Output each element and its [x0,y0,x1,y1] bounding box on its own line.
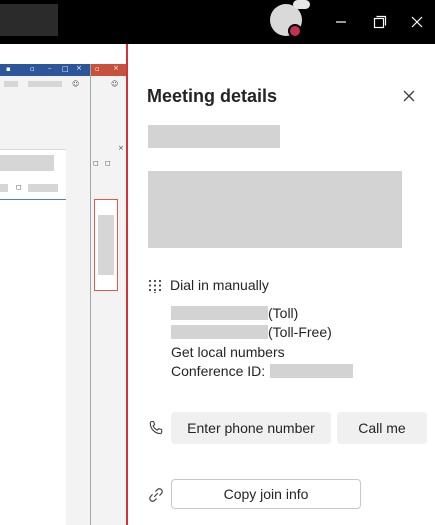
menu-icon: ▫ [30,65,35,73]
document-heading [0,155,54,171]
avatar-badge [293,0,310,9]
document-page: ◻ [0,149,66,525]
close-panel-button[interactable] [400,87,418,105]
toolbar-icon: ◻ [105,159,111,167]
toolbar-item [28,81,62,87]
redacted-meeting-name [148,125,280,148]
background-window-word: ▪ ▫ – □ × ☺ ◻ [0,64,91,525]
dial-in-label: Dial in manually [170,277,269,293]
copy-join-info-button[interactable]: Copy join info [171,479,361,509]
close-icon: × [76,64,82,72]
phone-icon [149,420,163,435]
redacted-meeting-link [148,171,402,248]
toolbar-icon: ◻ [93,159,99,167]
toll-number-line: (Toll) [171,304,298,322]
redacted-conference-id [270,364,354,378]
document-text [0,184,8,192]
toll-label: (Toll) [268,305,299,321]
app-icon: ▫ [95,65,100,73]
minimize-icon: – [48,64,52,72]
emoji-icon: ☺ [111,80,119,88]
app-icon: ▪ [6,65,11,73]
close-icon [403,90,415,102]
toolbar-item [4,81,18,87]
document-text [28,184,58,192]
close-icon: × [113,64,119,72]
window-close-icon[interactable] [405,10,429,34]
selection-line [0,199,66,200]
presence-status-icon [288,24,302,38]
meeting-details-panel: Meeting details Dial in manually (Toll) … [128,44,435,525]
title-bar [0,0,435,44]
toll-free-label: (Toll-Free) [268,324,332,340]
background-app-area: ▪ ▫ – □ × ☺ ◻ ▫ × ☺ × ◻ ◻ [0,44,127,525]
dialpad-icon [148,279,162,293]
slide-thumbnail [94,199,118,291]
minimize-icon[interactable] [329,10,353,34]
link-icon [149,488,163,502]
redacted-toll-free-number [171,325,268,339]
conference-id-label: Conference ID: [171,363,266,379]
restore-icon[interactable] [368,10,392,34]
maximize-icon: □ [62,65,69,73]
slide-content [98,215,114,275]
comment-icon: ◻ [16,183,22,191]
call-me-button[interactable]: Call me [337,412,427,444]
title-bar-tab[interactable] [0,4,58,36]
conference-id-line: Conference ID: [171,362,354,380]
panel-title: Meeting details [147,86,278,106]
close-icon: × [118,144,124,152]
background-window-titlebar: ▫ × [91,64,127,76]
emoji-icon: ☺ [72,80,80,88]
toll-free-number-line: (Toll-Free) [171,323,332,341]
background-window-titlebar: ▪ ▫ – □ × [0,64,90,76]
background-window-powerpoint: ▫ × ☺ × ◻ ◻ [90,64,127,525]
redacted-toll-number [171,306,268,320]
enter-phone-number-button[interactable]: Enter phone number [171,412,331,444]
get-local-numbers-link[interactable]: Get local numbers [171,343,285,361]
